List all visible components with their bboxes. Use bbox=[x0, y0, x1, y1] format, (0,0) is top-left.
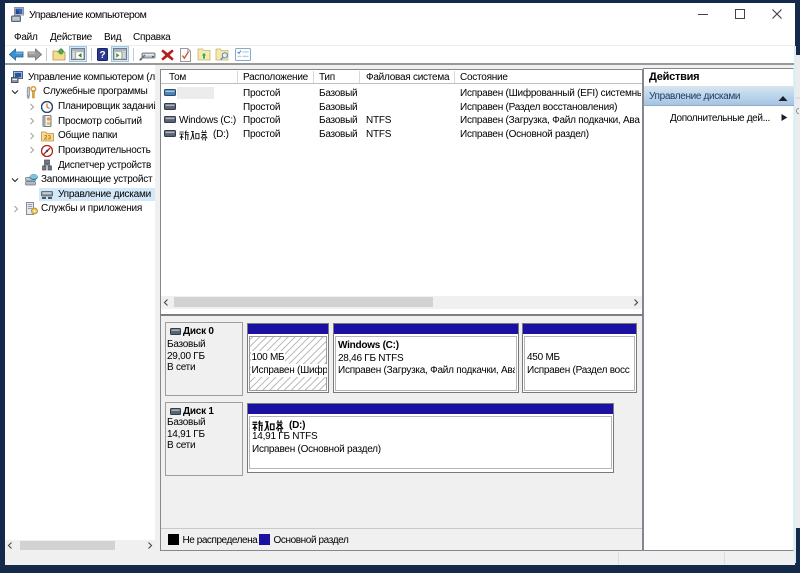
svg-text:23: 23 bbox=[44, 135, 52, 142]
svg-text:?: ? bbox=[99, 50, 105, 61]
